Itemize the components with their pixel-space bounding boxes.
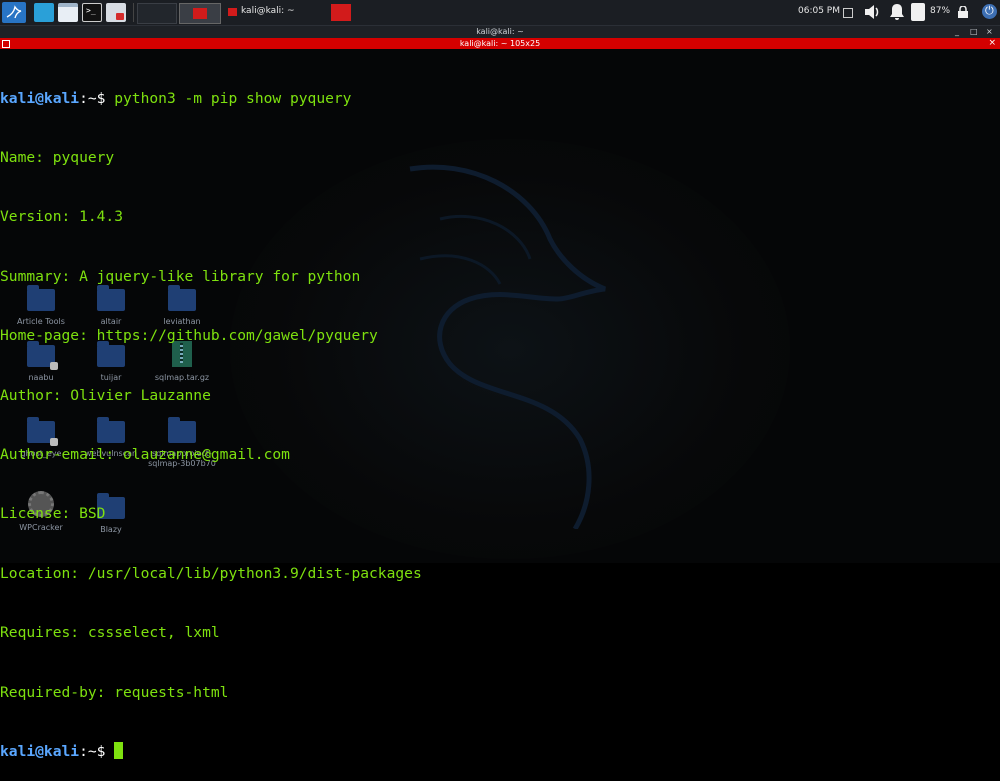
terminal-task-icon — [228, 8, 237, 16]
output-line: Location: /usr/local/lib/python3.9/dist-… — [0, 564, 422, 582]
terminal-tab-bar[interactable]: kali@kali: ~ 105x25 × — [0, 38, 1000, 49]
top-panel: >_ kali@kali: ~ 06:05 PM 87% ⏻ — [0, 0, 1000, 26]
taskbar-terminal-entry[interactable]: kali@kali: ~ — [224, 3, 328, 22]
terminal-output-area[interactable]: kali@kali:~$ python3 -m pip show pyquery… — [0, 49, 1000, 781]
text-cursor — [114, 741, 124, 759]
command-line: kali@kali:~$ python3 -m pip show pyquery — [0, 89, 1000, 109]
terminal-tab-title: kali@kali: ~ 105x25 — [459, 39, 541, 48]
power-button[interactable]: ⏻ — [982, 4, 997, 19]
battery-icon[interactable] — [911, 3, 925, 21]
kali-menu-button[interactable] — [2, 2, 26, 23]
workspace-3[interactable] — [331, 4, 351, 21]
current-prompt-line[interactable]: kali@kali:~$ — [0, 741, 1000, 762]
minimize-button[interactable]: _ — [955, 26, 959, 38]
terminal-prompt-glyph: >_ — [86, 6, 96, 15]
output-line: Author: Olivier Lauzanne — [0, 386, 211, 404]
clock[interactable]: 06:05 PM — [798, 6, 840, 16]
panel-separator — [133, 3, 134, 22]
workspace-2-active[interactable] — [179, 3, 221, 24]
output-line: Required-by: requests-html — [0, 683, 229, 701]
window-title: kali@kali: ~ — [476, 27, 524, 36]
maximize-button[interactable]: □ — [970, 26, 978, 38]
output-line: Home-page: https://github.com/gawel/pyqu… — [0, 327, 378, 345]
output-line: Summary: A jquery-like library for pytho… — [0, 267, 361, 285]
power-icon: ⏻ — [985, 4, 994, 17]
file-manager-icon[interactable] — [58, 3, 78, 22]
output-line: License: BSD — [0, 505, 106, 523]
window-titlebar[interactable]: kali@kali: ~ _ □ × — [0, 26, 1000, 38]
screen-recorder-icon[interactable] — [106, 3, 126, 22]
command-text: python3 -m pip show pyquery — [114, 89, 352, 107]
tab-close-button[interactable]: × — [988, 38, 996, 49]
terminal-launcher-icon[interactable]: >_ — [82, 3, 102, 22]
close-window-button[interactable]: × — [986, 26, 993, 38]
kali-dragon-icon — [6, 5, 22, 19]
prompt-user: kali@kali — [0, 742, 80, 760]
lock-screen-icon[interactable] — [957, 6, 969, 19]
output-line: Version: 1.4.3 — [0, 208, 124, 226]
show-desktop-button[interactable] — [34, 3, 54, 22]
bell-icon[interactable] — [887, 2, 907, 22]
output-line: Requires: cssselect, lxml — [0, 624, 220, 642]
notification-icon[interactable] — [843, 8, 853, 18]
volume-icon[interactable] — [862, 2, 882, 22]
workspace-1[interactable] — [137, 3, 177, 24]
prompt-user: kali@kali — [0, 89, 80, 107]
prompt-path: :~$ — [79, 742, 115, 760]
battery-percentage: 87% — [930, 6, 951, 16]
output-line: Name: pyquery — [0, 148, 115, 166]
output-line: Author-email: olauzanne@gmail.com — [0, 445, 290, 463]
taskbar-terminal-label: kali@kali: ~ — [241, 6, 295, 16]
prompt-path: :~$ — [79, 89, 115, 107]
